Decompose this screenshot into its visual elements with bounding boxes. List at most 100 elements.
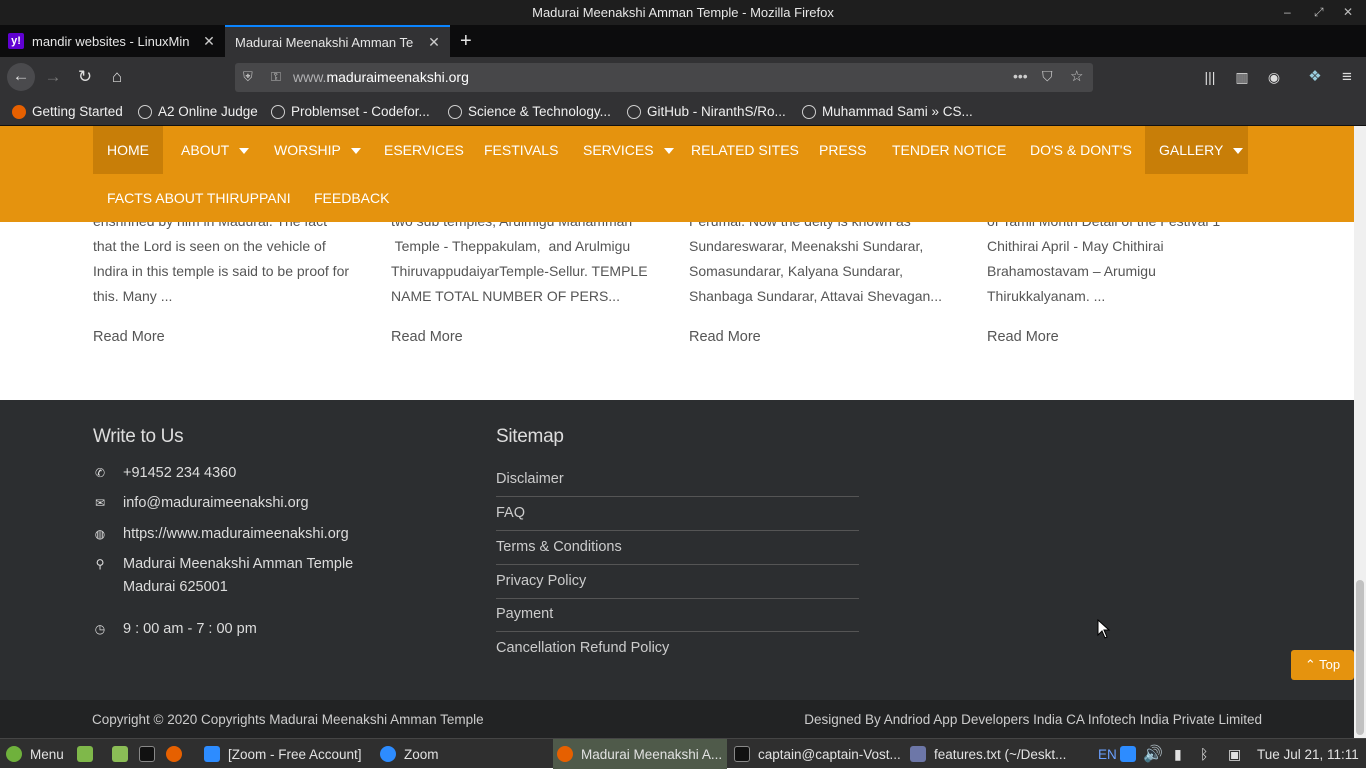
read-more-link[interactable]: Read More bbox=[987, 325, 1059, 350]
address-line: Madurai Meenakshi Amman Temple bbox=[123, 556, 354, 572]
menu-item-dos-donts[interactable]: DO'S & DONT'S bbox=[1016, 126, 1146, 174]
notes-icon[interactable]: ▣ bbox=[1228, 739, 1241, 769]
sitemap-link-privacy[interactable]: Privacy Policy bbox=[496, 565, 859, 599]
reload-icon[interactable]: ↻ bbox=[72, 64, 98, 90]
sidebar-icon[interactable]: ▥ bbox=[1229, 64, 1255, 90]
article-text-line: this. Many ... bbox=[93, 288, 173, 304]
sitemap-link-terms[interactable]: Terms & Conditions bbox=[496, 531, 859, 565]
sitemap-link-faq[interactable]: FAQ bbox=[496, 497, 859, 531]
close-tab-icon[interactable]: ✕ bbox=[201, 33, 217, 50]
taskbar-item-text-editor[interactable]: features.txt (~/Deskt... bbox=[910, 739, 1066, 769]
bookmark-getting-started[interactable]: Getting Started bbox=[12, 97, 123, 126]
site-info-icon[interactable]: ⚿ bbox=[271, 69, 281, 85]
scrollbar-thumb[interactable] bbox=[1356, 580, 1364, 735]
minimize-button[interactable]: – bbox=[1284, 0, 1291, 25]
close-window-button[interactable]: ✕ bbox=[1343, 0, 1353, 25]
menu-item-gallery[interactable]: GALLERY bbox=[1145, 126, 1248, 174]
sitemap-link-cancellation[interactable]: Cancellation Refund Policy bbox=[496, 632, 859, 666]
email-address[interactable]: info@maduraimeenakshi.org bbox=[123, 492, 309, 515]
taskbar-item-zoom[interactable]: Zoom bbox=[380, 739, 439, 769]
read-more-link[interactable]: Read More bbox=[93, 325, 165, 350]
zoom-tray-icon[interactable] bbox=[1120, 739, 1136, 769]
taskbar-item-zoom-account[interactable]: [Zoom - Free Account] bbox=[204, 739, 362, 769]
sitemap-link-payment[interactable]: Payment bbox=[496, 598, 859, 632]
keyboard-layout-indicator[interactable]: EN bbox=[1098, 739, 1117, 769]
hamburger-menu-icon[interactable]: ≡ bbox=[1334, 64, 1360, 90]
bookmark-codeforces[interactable]: Problemset - Codefor... bbox=[271, 97, 430, 126]
url-domain: maduraimeenakshi.org bbox=[326, 69, 469, 85]
volume-icon[interactable]: 🔊 bbox=[1143, 739, 1163, 769]
home-icon[interactable]: ⌂ bbox=[104, 64, 130, 90]
maximize-button[interactable]: ⤢ bbox=[1314, 0, 1324, 25]
url-text[interactable]: www.maduraimeenakshi.org bbox=[293, 63, 469, 92]
menu-item-home[interactable]: HOME bbox=[93, 126, 163, 174]
files-launcher[interactable] bbox=[112, 739, 136, 769]
menu-item-eservices[interactable]: ESERVICES bbox=[370, 126, 478, 174]
envelope-icon: ✉ bbox=[94, 496, 106, 510]
firefox-launcher[interactable] bbox=[166, 739, 190, 769]
page-actions-icon[interactable]: ••• bbox=[1013, 68, 1028, 84]
address-bar[interactable]: ⛨ ⚿ www.maduraimeenakshi.org ••• ⛉ ☆ bbox=[235, 63, 1093, 92]
menu-item-tender-notice[interactable]: TENDER NOTICE bbox=[878, 126, 1020, 174]
menu-label: HOME bbox=[107, 142, 149, 158]
back-arrow-icon[interactable]: ← bbox=[7, 63, 35, 91]
bookmark-a2-online-judge[interactable]: A2 Online Judge bbox=[138, 97, 258, 126]
url-prefix: www. bbox=[293, 69, 327, 85]
terminal-launcher[interactable] bbox=[139, 739, 163, 769]
bookmark-github[interactable]: GitHub - NiranthS/Ro... bbox=[627, 97, 786, 126]
start-menu-button[interactable]: Menu bbox=[6, 739, 64, 769]
language-label: EN bbox=[1098, 746, 1117, 762]
menu-item-festivals[interactable]: FESTIVALS bbox=[470, 126, 572, 174]
terminal-icon bbox=[734, 746, 750, 762]
pocket-icon[interactable]: ⛉ bbox=[1042, 68, 1053, 85]
read-more-link[interactable]: Read More bbox=[689, 325, 761, 350]
show-desktop-launcher[interactable] bbox=[77, 739, 101, 769]
menu-label: WORSHIP bbox=[274, 142, 341, 158]
website-link[interactable]: https://www.maduraimeenakshi.org bbox=[123, 523, 349, 546]
menu-item-services[interactable]: SERVICES bbox=[569, 126, 688, 174]
menu-item-facts-thiruppani[interactable]: FACTS ABOUT THIRUPPANI bbox=[93, 174, 305, 222]
zoom-icon bbox=[1120, 746, 1136, 762]
top-label: Top bbox=[1319, 657, 1341, 672]
taskbar-item-terminal[interactable]: captain@captain-Vost... bbox=[734, 739, 901, 769]
tab-mandir-websites[interactable]: y! mandir websites - LinuxMin ✕ bbox=[0, 25, 225, 57]
battery-icon[interactable]: ▮ bbox=[1174, 739, 1182, 769]
globe-icon bbox=[802, 104, 816, 119]
bookmark-star-icon[interactable]: ☆ bbox=[1070, 67, 1083, 85]
site-footer: Write to Us Sitemap ✆ +91452 234 4360 ✉ … bbox=[0, 400, 1354, 700]
extensions-icon[interactable]: ❖ bbox=[1302, 64, 1328, 90]
taskbar-label: Madurai Meenakshi A... bbox=[581, 746, 723, 762]
bluetooth-icon[interactable]: ᛒ bbox=[1200, 739, 1208, 769]
bookmark-muhammad-sami[interactable]: Muhammad Sami » CS... bbox=[802, 97, 973, 126]
taskbar-item-firefox[interactable]: Madurai Meenakshi A... bbox=[553, 739, 727, 769]
bookmark-label: A2 Online Judge bbox=[158, 104, 258, 119]
tab-madurai-temple[interactable]: Madurai Meenakshi Amman Te ✕ bbox=[225, 25, 450, 57]
read-more-link[interactable]: Read More bbox=[391, 325, 463, 350]
new-tab-button[interactable]: + bbox=[452, 25, 482, 57]
clock[interactable]: Tue Jul 21, 11:11 bbox=[1257, 739, 1359, 769]
designed-by-text[interactable]: Designed By Andriod App Developers India… bbox=[804, 712, 1262, 727]
menu-item-feedback[interactable]: FEEDBACK bbox=[300, 174, 403, 222]
bookmark-science-technology[interactable]: Science & Technology... bbox=[448, 97, 611, 126]
opening-hours: 9 : 00 am - 7 : 00 pm bbox=[123, 621, 257, 637]
map-pin-icon: ⚲ bbox=[95, 557, 105, 571]
close-tab-icon[interactable]: ✕ bbox=[426, 34, 442, 51]
mint-logo-icon bbox=[6, 746, 22, 762]
menu-item-about[interactable]: ABOUT bbox=[167, 126, 263, 174]
forward-arrow-icon[interactable]: → bbox=[40, 64, 66, 90]
taskbar-label: Zoom bbox=[404, 746, 439, 762]
site-navigation-menu: HOME ABOUT WORSHIP ESERVICES FESTIVALS S… bbox=[0, 126, 1354, 222]
shield-icon[interactable]: ⛨ bbox=[243, 69, 253, 85]
back-to-top-button[interactable]: ⌃ Top bbox=[1291, 650, 1354, 680]
bookmark-label: Science & Technology... bbox=[468, 104, 611, 119]
account-icon[interactable]: ◉ bbox=[1261, 64, 1287, 90]
tab-label: Madurai Meenakshi Amman Te bbox=[235, 34, 414, 50]
menu-label: FESTIVALS bbox=[484, 142, 559, 158]
menu-label: ESERVICES bbox=[384, 142, 464, 158]
sitemap-link-disclaimer[interactable]: Disclaimer bbox=[496, 463, 859, 497]
library-icon[interactable]: ||| bbox=[1197, 64, 1223, 90]
menu-item-press[interactable]: PRESS bbox=[805, 126, 880, 174]
menu-label: FEEDBACK bbox=[314, 190, 390, 206]
menu-item-worship[interactable]: WORSHIP bbox=[260, 126, 375, 174]
menu-item-related-sites[interactable]: RELATED SITES bbox=[677, 126, 813, 174]
